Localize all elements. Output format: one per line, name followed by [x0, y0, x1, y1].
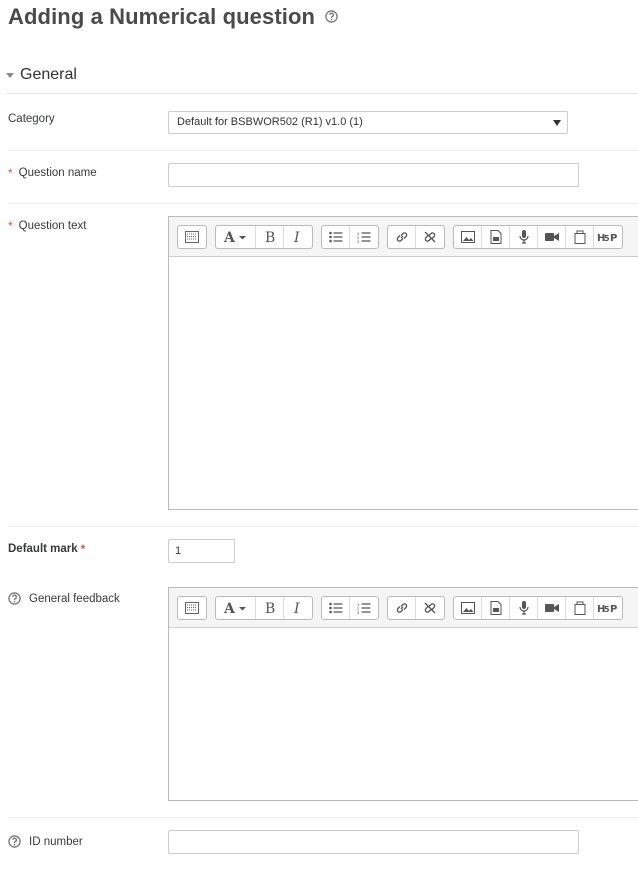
font-style-icon[interactable]: A	[216, 225, 256, 248]
help-icon[interactable]	[8, 835, 21, 848]
svg-text:B: B	[265, 230, 275, 244]
manage-files-icon[interactable]	[566, 225, 594, 248]
svg-text:B: B	[265, 601, 275, 615]
question-name-input[interactable]	[168, 163, 579, 187]
default-mark-label-text: Default mark	[8, 543, 78, 555]
question-text-label: * Question text	[8, 219, 86, 233]
video-camera-icon[interactable]	[538, 596, 566, 619]
svg-text:3: 3	[357, 610, 360, 614]
general-feedback-editor: A B I 123 H 5 P	[168, 587, 638, 801]
svg-text:3: 3	[357, 239, 360, 243]
h5p-icon[interactable]: H5P	[594, 226, 622, 248]
microphone-icon[interactable]	[510, 225, 538, 248]
svg-text:P: P	[610, 604, 617, 614]
id-number-input[interactable]	[168, 830, 579, 854]
italic-icon[interactable]: I	[284, 597, 312, 619]
show-more-buttons-icon[interactable]	[178, 226, 206, 248]
ordered-list-icon[interactable]: 123	[350, 226, 378, 248]
default-mark-input[interactable]	[168, 539, 235, 563]
general-section-label: General	[20, 66, 77, 83]
question-text-edit-area[interactable]	[169, 257, 638, 509]
required-marker: *	[8, 219, 13, 233]
general-feedback-edit-area[interactable]	[169, 628, 638, 800]
page-title: Adding a Numerical question	[8, 3, 339, 31]
question-name-label: * Question name	[8, 166, 97, 180]
italic-icon[interactable]: I	[284, 226, 312, 248]
category-select[interactable]: Default for BSBWOR502 (R1) v1.0 (1)	[168, 111, 568, 134]
svg-text:I: I	[293, 601, 300, 615]
svg-text:I: I	[293, 230, 300, 244]
id-number-label-text: ID number	[29, 835, 83, 848]
unlink-icon[interactable]	[416, 226, 444, 248]
video-camera-icon[interactable]	[538, 225, 566, 248]
ordered-list-icon[interactable]: 123	[350, 597, 378, 619]
help-icon[interactable]	[8, 592, 21, 605]
microphone-icon[interactable]	[510, 596, 538, 619]
row-divider	[8, 526, 638, 527]
unordered-list-icon[interactable]	[322, 225, 350, 248]
svg-text:A: A	[223, 230, 236, 244]
required-marker: *	[80, 542, 86, 556]
manage-files-icon[interactable]	[566, 596, 594, 619]
editor-toolbar: A B I 123 H 5 P	[169, 217, 638, 257]
h5p-icon[interactable]: H5P	[594, 597, 622, 619]
link-icon[interactable]	[388, 596, 416, 619]
media-file-icon[interactable]	[482, 596, 510, 619]
svg-text:A: A	[223, 601, 236, 615]
show-more-buttons-icon[interactable]	[178, 597, 206, 619]
question-text-editor: A B I 123 H 5 P	[168, 216, 638, 510]
row-divider	[8, 817, 638, 818]
general-section-toggle[interactable]: General	[6, 66, 77, 84]
image-icon[interactable]	[454, 596, 482, 619]
required-marker: *	[8, 166, 13, 180]
general-feedback-label: General feedback	[8, 592, 120, 605]
row-divider	[8, 150, 638, 151]
question-text-label-text: Question text	[18, 220, 87, 232]
page-title-text: Adding a Numerical question	[8, 4, 316, 29]
default-mark-label: Default mark *	[8, 542, 85, 556]
unlink-icon[interactable]	[416, 597, 444, 619]
general-feedback-label-text: General feedback	[29, 592, 120, 605]
bold-icon[interactable]: B	[256, 225, 284, 248]
image-icon[interactable]	[454, 225, 482, 248]
category-label-text: Category	[8, 113, 55, 125]
unordered-list-icon[interactable]	[322, 596, 350, 619]
collapse-triangle-icon	[6, 72, 14, 78]
svg-text:P: P	[610, 233, 617, 243]
category-label: Category	[8, 113, 55, 125]
editor-toolbar: A B I 123 H 5 P	[169, 588, 638, 628]
help-icon[interactable]	[325, 3, 339, 29]
bold-icon[interactable]: B	[256, 596, 284, 619]
media-file-icon[interactable]	[482, 225, 510, 248]
id-number-label: ID number	[8, 835, 83, 848]
font-style-icon[interactable]: A	[216, 596, 256, 619]
link-icon[interactable]	[388, 225, 416, 248]
chevron-down-icon	[553, 120, 561, 126]
section-divider	[6, 93, 638, 94]
category-selected-value: Default for BSBWOR502 (R1) v1.0 (1)	[177, 116, 363, 128]
row-divider	[8, 203, 638, 204]
question-name-label-text: Question name	[18, 167, 97, 179]
